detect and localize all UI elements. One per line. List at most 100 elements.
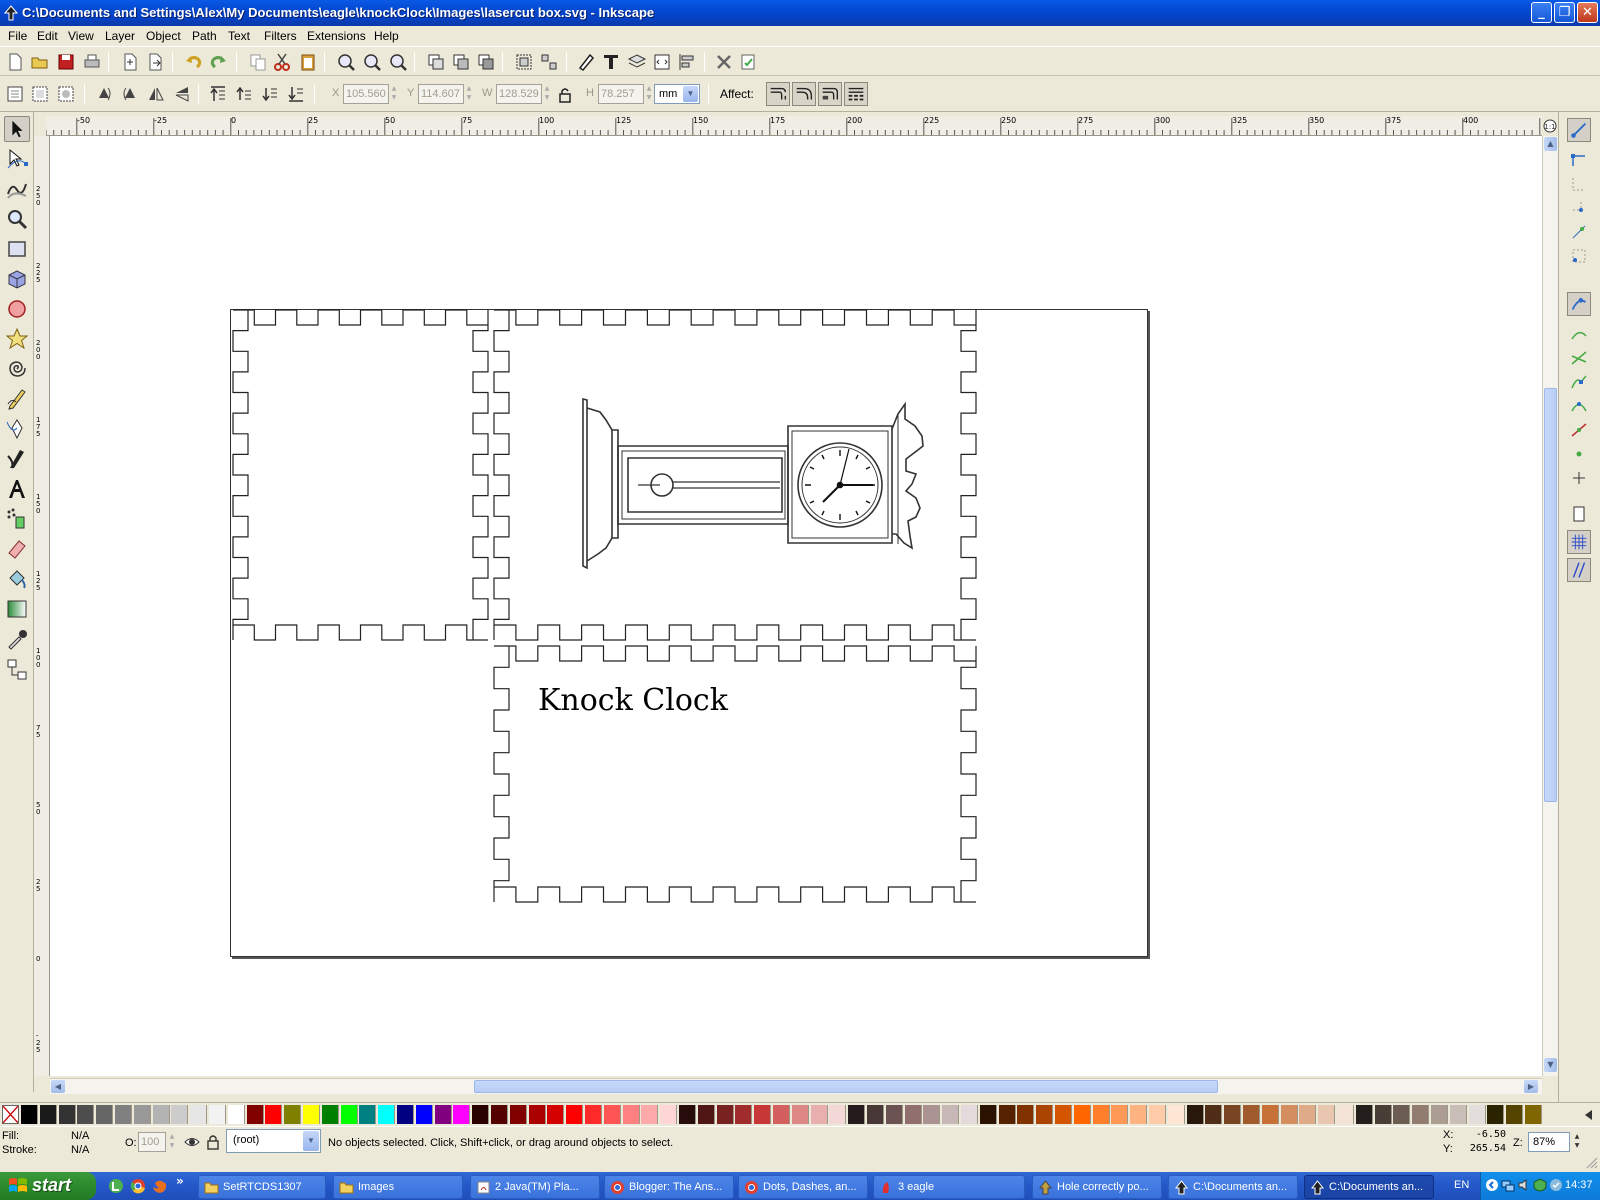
lower-icon[interactable] <box>260 84 280 104</box>
task-setrtcds1307[interactable]: SetRTCDS1307 <box>198 1175 326 1199</box>
menu-view[interactable]: View <box>68 29 94 43</box>
color-swatch[interactable] <box>491 1105 508 1124</box>
color-swatch[interactable] <box>1017 1105 1035 1124</box>
preferences-icon[interactable] <box>714 52 734 72</box>
print-icon[interactable] <box>82 52 102 72</box>
color-swatch[interactable] <box>697 1105 715 1124</box>
color-swatch[interactable] <box>885 1105 903 1124</box>
spiral-tool-icon[interactable] <box>4 356 30 382</box>
select-all-icon[interactable] <box>5 84 25 104</box>
color-swatch[interactable] <box>1431 1105 1448 1124</box>
resize-grip-icon[interactable] <box>1584 1155 1598 1169</box>
color-swatch[interactable] <box>1130 1105 1148 1124</box>
scale-corners-icon[interactable] <box>792 82 816 106</box>
color-swatch[interactable] <box>39 1105 57 1124</box>
quicklaunch-more-icon[interactable]: » <box>176 1174 184 1188</box>
color-swatch[interactable] <box>754 1105 772 1124</box>
minimize-button[interactable]: _ <box>1531 2 1552 23</box>
color-swatch[interactable] <box>829 1105 847 1124</box>
vertical-scroll-thumb[interactable] <box>1544 388 1557 802</box>
menu-filters[interactable]: Filters <box>264 29 297 43</box>
menu-edit[interactable]: Edit <box>37 29 58 43</box>
palette-menu-icon[interactable] <box>1582 1107 1596 1123</box>
menu-help[interactable]: Help <box>374 29 399 43</box>
zoom-drawing-icon[interactable] <box>362 52 382 72</box>
zoom-page-icon[interactable] <box>388 52 408 72</box>
color-swatch[interactable] <box>1412 1105 1430 1124</box>
clone-icon[interactable] <box>451 52 471 72</box>
snap-line-midpoints-icon[interactable] <box>1569 420 1589 440</box>
pen-tool-icon[interactable] <box>4 416 30 442</box>
snap-object-midpoints-icon[interactable] <box>1569 444 1589 464</box>
volume-icon[interactable] <box>1517 1178 1531 1192</box>
tweak-tool-icon[interactable] <box>4 176 30 202</box>
color-swatch[interactable] <box>21 1105 38 1124</box>
color-swatch[interactable] <box>735 1105 753 1124</box>
color-swatch[interactable] <box>397 1105 414 1124</box>
vertical-scrollbar[interactable]: ▲ ▼ <box>1542 136 1558 1076</box>
eye-icon[interactable] <box>183 1133 201 1151</box>
redo-icon[interactable] <box>208 52 228 72</box>
height-input[interactable]: 78.257 <box>598 84 644 104</box>
menu-extensions[interactable]: Extensions <box>307 29 366 43</box>
tray-expand-icon[interactable] <box>1485 1178 1499 1192</box>
color-swatch[interactable] <box>1073 1105 1091 1124</box>
color-swatch[interactable] <box>359 1105 377 1124</box>
flip-horizontal-icon[interactable] <box>146 84 166 104</box>
color-swatch[interactable] <box>509 1105 527 1124</box>
no-paint-swatch[interactable] <box>2 1105 19 1124</box>
color-swatch[interactable] <box>1449 1105 1467 1124</box>
horizontal-scroll-thumb[interactable] <box>474 1080 1218 1093</box>
xml-editor-icon[interactable] <box>652 52 672 72</box>
snap-enable-icon[interactable] <box>1567 118 1591 142</box>
chevron-down-icon[interactable]: ▼ <box>303 1131 319 1151</box>
task-images[interactable]: Images <box>333 1175 463 1199</box>
color-swatch[interactable] <box>942 1105 960 1124</box>
snap-nodes-icon[interactable] <box>1567 292 1591 316</box>
color-swatch[interactable] <box>904 1105 922 1124</box>
color-swatch[interactable] <box>1487 1105 1505 1124</box>
color-swatch[interactable] <box>303 1105 320 1124</box>
color-swatch[interactable] <box>641 1105 659 1124</box>
color-swatch[interactable] <box>58 1105 76 1124</box>
zoom-tool-icon[interactable] <box>4 206 30 232</box>
node-tool-icon[interactable] <box>4 146 30 172</box>
pencil-tool-icon[interactable] <box>4 386 30 412</box>
language-indicator[interactable]: EN <box>1454 1179 1469 1191</box>
width-spinner-arrows[interactable]: ▲ ▼ <box>542 84 552 104</box>
rotate-ccw-icon[interactable] <box>94 84 114 104</box>
color-swatch[interactable] <box>96 1105 114 1124</box>
opacity-spinner-arrows[interactable]: ▲ ▼ <box>167 1132 177 1152</box>
opacity-input[interactable]: 100 <box>138 1132 166 1152</box>
select-all-layers-icon[interactable] <box>30 84 50 104</box>
paste-icon[interactable] <box>298 52 318 72</box>
color-swatch[interactable] <box>284 1105 302 1124</box>
box-panel-top[interactable] <box>493 309 977 641</box>
snap-smooth-nodes-icon[interactable] <box>1569 396 1589 416</box>
grandfather-clock-drawing[interactable] <box>582 397 924 570</box>
tray-app-icon[interactable] <box>1549 1178 1563 1192</box>
color-swatch[interactable] <box>415 1105 433 1124</box>
raise-icon[interactable] <box>234 84 254 104</box>
close-button[interactable]: ✕ <box>1577 2 1598 23</box>
ungroup-icon[interactable] <box>539 52 559 72</box>
color-swatch[interactable] <box>998 1105 1016 1124</box>
undo-icon[interactable] <box>184 52 204 72</box>
color-swatch[interactable] <box>190 1105 208 1124</box>
x-input[interactable]: 105.560 <box>343 84 389 104</box>
snap-cusp-nodes-icon[interactable] <box>1569 372 1589 392</box>
deselect-icon[interactable] <box>56 84 76 104</box>
color-swatch[interactable] <box>227 1105 245 1124</box>
color-swatch[interactable] <box>246 1105 264 1124</box>
width-input[interactable]: 128.529 <box>496 84 542 104</box>
task-dots-dashes[interactable]: Dots, Dashes, an... <box>738 1175 868 1199</box>
antivirus-icon[interactable] <box>1533 1178 1547 1192</box>
save-icon[interactable] <box>56 52 76 72</box>
task-eagle[interactable]: 3 eagle <box>873 1175 1025 1199</box>
color-swatch[interactable] <box>810 1105 828 1124</box>
paint-bucket-tool-icon[interactable] <box>4 566 30 592</box>
color-swatch[interactable] <box>1355 1105 1373 1124</box>
x-spinner-arrows[interactable]: ▲ ▼ <box>389 84 399 104</box>
rectangle-tool-icon[interactable] <box>4 236 30 262</box>
zoom-spinner-arrows[interactable]: ▲ ▼ <box>1572 1132 1582 1152</box>
